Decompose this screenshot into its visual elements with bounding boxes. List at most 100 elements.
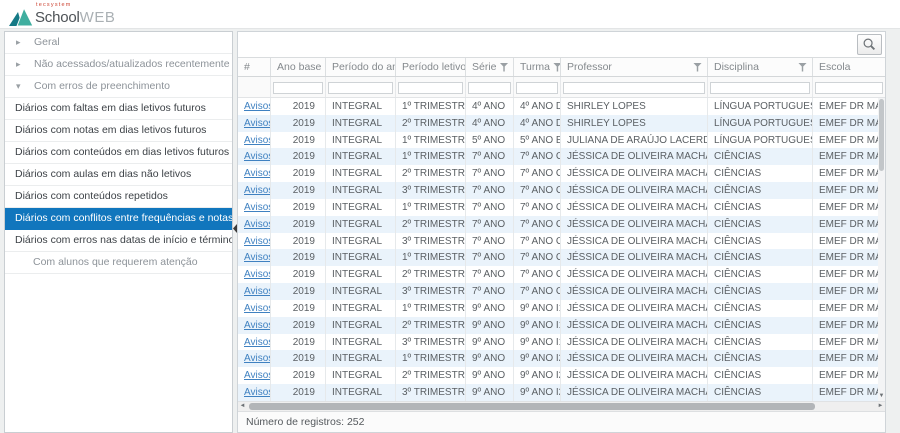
scroll-right-icon[interactable]: ►: [876, 402, 885, 411]
column-header-ano-base[interactable]: Ano base: [271, 58, 326, 76]
cell-periodo-letivo: 1º TRIMESTRE: [396, 300, 466, 317]
avisos-link[interactable]: Avisos: [244, 151, 271, 162]
filter-cell-disciplina: [708, 77, 813, 97]
filter-input-periodo-do-ano[interactable]: [328, 82, 393, 94]
filter-input-turma[interactable]: [516, 82, 558, 94]
cell-professor: JÉSSICA DE OLIVEIRA MACHADO CATRINCK: [561, 249, 708, 266]
avisos-link[interactable]: Avisos: [244, 202, 271, 213]
avisos-link[interactable]: Avisos: [244, 236, 271, 247]
cell-turma: 7º ANO G3: [514, 266, 561, 283]
avisos-link[interactable]: Avisos: [244, 252, 271, 263]
cell-serie: 7º ANO: [466, 266, 514, 283]
record-count: Número de registros: 252: [238, 411, 885, 432]
avisos-link[interactable]: Avisos: [244, 118, 271, 129]
cell-turma: 7º ANO G3: [514, 249, 561, 266]
scroll-down-icon[interactable]: ▼: [878, 393, 885, 400]
cell-professor: JÉSSICA DE OLIVEIRA MACHADO CATRINCK: [561, 148, 708, 165]
avisos-link[interactable]: Avisos: [244, 101, 271, 112]
column-header-periodo-do-ano[interactable]: Período do ano: [326, 58, 396, 76]
filter-input-periodo-letivo[interactable]: [398, 82, 463, 94]
column-header-num[interactable]: #: [238, 58, 271, 76]
sidebar-item-label: Diários com conteúdos repetidos: [15, 190, 168, 202]
sidebar-section-0[interactable]: ▸ Geral: [5, 32, 232, 54]
avisos-link[interactable]: Avisos: [244, 303, 271, 314]
filter-input-escola[interactable]: [815, 82, 883, 94]
table-row: Avisos2019INTEGRAL1º TRIMESTRE7º ANO7º A…: [238, 249, 885, 266]
filter-input-ano-base[interactable]: [273, 82, 323, 94]
column-header-professor[interactable]: Professor: [561, 58, 708, 76]
diaries-table-panel: #Ano basePeríodo do anoPeríodo letivoSér…: [237, 31, 886, 433]
filter-funnel-icon[interactable]: [500, 63, 509, 72]
column-header-label: Disciplina: [714, 61, 759, 73]
sidebar-item-9[interactable]: Diários com erros nas datas de início e …: [5, 230, 232, 252]
cell-serie: 7º ANO: [466, 233, 514, 250]
column-header-serie[interactable]: Série: [466, 58, 514, 76]
horizontal-scrollbar-thumb[interactable]: [249, 403, 815, 410]
cell-ano-base: 2019: [271, 132, 326, 149]
filter-funnel-icon[interactable]: [553, 63, 561, 72]
table-row: Avisos2019INTEGRAL1º TRIMESTRE9º ANO9º A…: [238, 300, 885, 317]
column-header-turma[interactable]: Turma: [514, 58, 561, 76]
search-button[interactable]: [857, 34, 882, 55]
avisos-link[interactable]: Avisos: [244, 168, 271, 179]
cell-periodo-do-ano: INTEGRAL: [326, 350, 396, 367]
sidebar-item-label: Diários com notas em dias letivos futuro…: [15, 124, 206, 136]
avisos-link[interactable]: Avisos: [244, 353, 271, 364]
filter-funnel-icon[interactable]: [693, 63, 702, 72]
avisos-link[interactable]: Avisos: [244, 286, 271, 297]
cell-professor: JÉSSICA DE OLIVEIRA MACHADO CATRINCK: [561, 317, 708, 334]
vertical-scrollbar[interactable]: ▼: [878, 98, 885, 401]
app-logo: tecsystemSchoolWEB: [9, 3, 115, 28]
sidebar-item-label: Geral: [34, 36, 60, 48]
sidebar-section-10[interactable]: Com alunos que requerem atenção: [5, 252, 232, 274]
cell-periodo-letivo: 2º TRIMESTRE: [396, 266, 466, 283]
cell-disciplina: CIÊNCIAS: [708, 233, 813, 250]
sidebar-section-1[interactable]: ▸Não acessados/atualizados recentemente: [5, 54, 232, 76]
column-header-label: Turma: [520, 61, 550, 73]
cell-disciplina: CIÊNCIAS: [708, 334, 813, 351]
column-header-disciplina[interactable]: Disciplina: [708, 58, 813, 76]
scroll-left-icon[interactable]: ◄: [238, 402, 247, 411]
sidebar-section-2[interactable]: ▾Com erros de preenchimento: [5, 76, 232, 98]
cell-ano-base: 2019: [271, 182, 326, 199]
avisos-link[interactable]: Avisos: [244, 135, 271, 146]
horizontal-scrollbar[interactable]: ◄ ►: [238, 401, 885, 411]
cell-professor: JÉSSICA DE OLIVEIRA MACHADO CATRINCK: [561, 367, 708, 384]
vertical-scrollbar-thumb[interactable]: [879, 99, 884, 171]
cell-ano-base: 2019: [271, 266, 326, 283]
cell-disciplina: CIÊNCIAS: [708, 317, 813, 334]
cell-disciplina: CIÊNCIAS: [708, 300, 813, 317]
column-header-periodo-letivo[interactable]: Período letivo: [396, 58, 466, 76]
avisos-link[interactable]: Avisos: [244, 387, 271, 398]
sidebar-item-6[interactable]: Diários com aulas em dias não letivos: [5, 164, 232, 186]
sidebar-item-7[interactable]: Diários com conteúdos repetidos: [5, 186, 232, 208]
cell-disciplina: CIÊNCIAS: [708, 249, 813, 266]
cell-disciplina: LÍNGUA PORTUGUESA: [708, 98, 813, 115]
avisos-link[interactable]: Avisos: [244, 219, 271, 230]
filter-input-serie[interactable]: [468, 82, 511, 94]
column-header-escola[interactable]: Escola: [813, 58, 885, 76]
cell-escola: EMEF DR MÁRIO VE: [813, 148, 885, 165]
table-body: ▼ Avisos2019INTEGRAL1º TRIMESTRE4º ANO4º…: [238, 98, 885, 401]
cell-ano-base: 2019: [271, 98, 326, 115]
avisos-link[interactable]: Avisos: [244, 320, 271, 331]
chevron-right-icon: ▸: [16, 54, 21, 75]
cell-num: Avisos: [238, 350, 271, 367]
cell-periodo-letivo: 3º TRIMESTRE: [396, 384, 466, 401]
filter-input-professor[interactable]: [563, 82, 705, 94]
chevron-right-icon: ▸: [16, 32, 21, 53]
filter-funnel-icon[interactable]: [798, 63, 807, 72]
avisos-link[interactable]: Avisos: [244, 337, 271, 348]
avisos-link[interactable]: Avisos: [244, 370, 271, 381]
sidebar-item-4[interactable]: Diários com notas em dias letivos futuro…: [5, 120, 232, 142]
table-row: Avisos2019INTEGRAL2º TRIMESTRE9º ANO9º A…: [238, 367, 885, 384]
avisos-link[interactable]: Avisos: [244, 269, 271, 280]
sidebar-item-5[interactable]: Diários com conteúdos em dias letivos fu…: [5, 142, 232, 164]
sidebar-item-8[interactable]: Diários com conflitos entre frequências …: [5, 208, 232, 230]
sidebar-item-3[interactable]: Diários com faltas em dias letivos futur…: [5, 98, 232, 120]
filter-input-disciplina[interactable]: [710, 82, 810, 94]
cell-ano-base: 2019: [271, 317, 326, 334]
cell-escola: EMEF DR MÁRIO VE: [813, 199, 885, 216]
avisos-link[interactable]: Avisos: [244, 185, 271, 196]
sidebar-menu: ▸ Geral ▸Não acessados/atualizados recente…: [4, 31, 233, 433]
